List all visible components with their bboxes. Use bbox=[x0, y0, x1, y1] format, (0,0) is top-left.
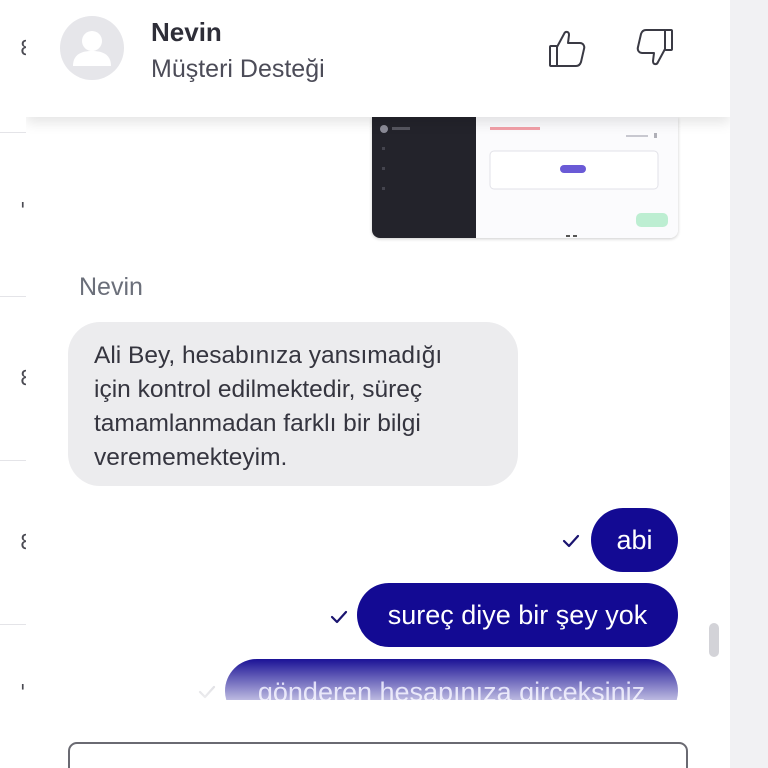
screenshot-preview-graphic bbox=[380, 125, 410, 190]
message-input[interactable] bbox=[68, 742, 688, 768]
incoming-message-bubble: Ali Bey, hesabınıza yansımadığı için kon… bbox=[68, 322, 518, 486]
read-check-icon bbox=[562, 534, 580, 548]
outgoing-message-bubble: abi bbox=[591, 508, 678, 572]
user-avatar-icon bbox=[73, 31, 111, 66]
scrollbar-thumb[interactable] bbox=[709, 623, 719, 657]
message-line: için kontrol edilmektedir, süreç bbox=[94, 376, 423, 403]
thumbs-down-button[interactable] bbox=[632, 26, 676, 70]
pending-check-icon bbox=[198, 685, 216, 699]
outgoing-message-bubble: gönderen hesapınıza girceksiniz bbox=[225, 659, 678, 700]
agent-name: Nevin bbox=[151, 17, 222, 47]
outgoing-message-bubble: sureç diye bir şey yok bbox=[357, 583, 678, 647]
thumbs-down-icon bbox=[636, 29, 673, 66]
background-divider bbox=[0, 460, 26, 461]
read-check-icon bbox=[330, 610, 348, 624]
attachment-sidebar-preview bbox=[372, 117, 476, 238]
attachment-content-preview bbox=[476, 117, 678, 238]
background-divider bbox=[0, 624, 26, 625]
background-app-column-right bbox=[730, 0, 768, 768]
image-attachment[interactable] bbox=[372, 117, 678, 238]
chat-header: Nevin Müşteri Desteği bbox=[26, 0, 730, 117]
background-divider bbox=[0, 132, 26, 133]
agent-role: Müşteri Desteği bbox=[151, 55, 325, 83]
agent-avatar bbox=[60, 16, 124, 80]
message-line: tamamlanmadan farklı bir bilgi bbox=[94, 410, 421, 437]
message-list[interactable]: Nevin Ali Bey, hesabınıza yansımadığı iç… bbox=[26, 117, 730, 700]
screenshot-preview-graphic bbox=[489, 127, 668, 237]
thumbs-up-button[interactable] bbox=[546, 26, 590, 70]
chat-panel: Nevin Müşteri Desteği Nevin Ali Bey, hes… bbox=[26, 0, 730, 768]
background-divider bbox=[0, 296, 26, 297]
message-sender-name: Nevin bbox=[79, 273, 143, 301]
thumbs-up-icon bbox=[549, 30, 586, 67]
message-line: Ali Bey, hesabınıza yansımadığı bbox=[94, 342, 443, 369]
message-line: verememekteyim. bbox=[94, 444, 288, 471]
